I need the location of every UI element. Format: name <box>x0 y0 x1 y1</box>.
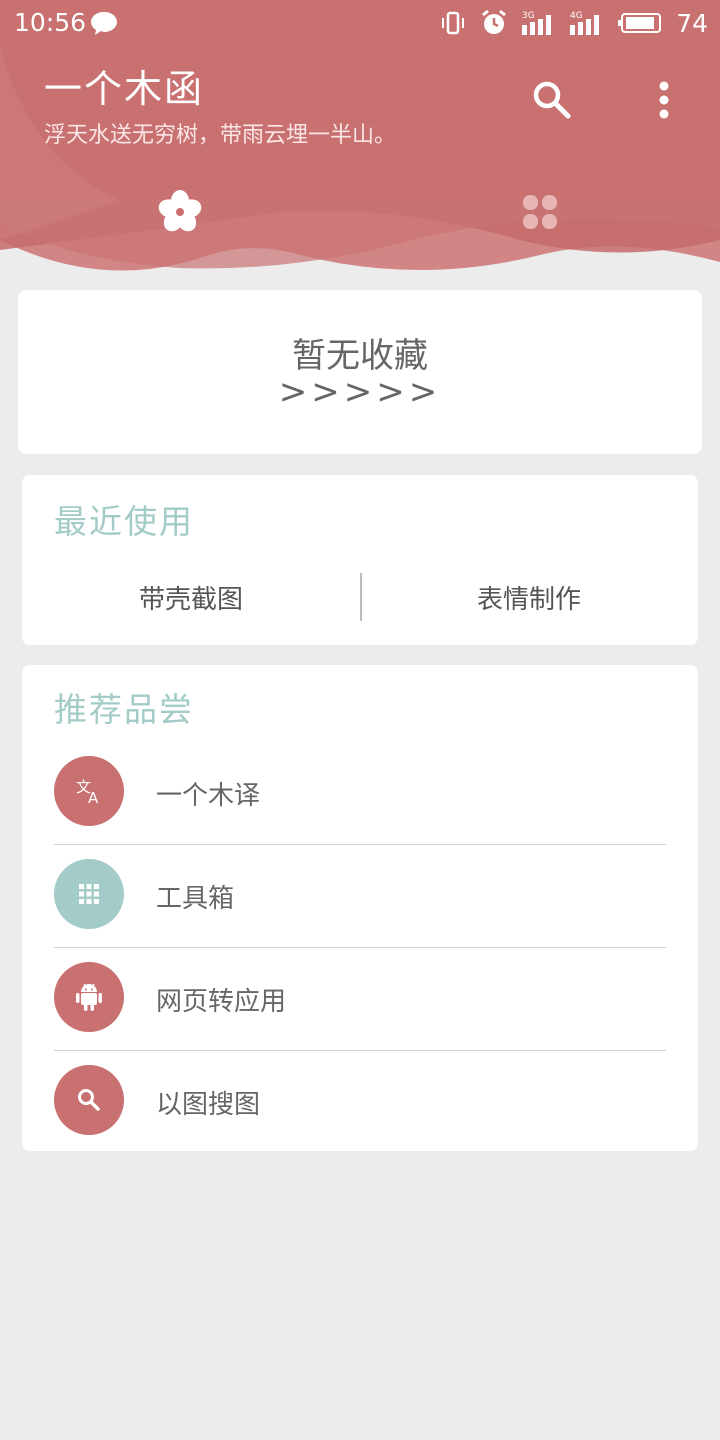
tab-home[interactable] <box>150 182 210 242</box>
tab-apps[interactable] <box>510 182 570 242</box>
recommend-item-label: 以图搜图 <box>156 1090 261 1120</box>
more-vert-icon <box>659 81 669 119</box>
android-icon <box>54 962 124 1032</box>
favorites-arrows: >>>>> <box>278 372 442 412</box>
app-subtitle: 浮天水送无穷树，带雨云埋一半山。 <box>44 123 397 148</box>
svg-text:4G: 4G <box>570 11 583 21</box>
recommend-item-web2app[interactable]: 网页转应用 <box>54 948 666 1051</box>
signal-4g-icon: 4G <box>570 9 604 37</box>
signal-3g-icon: 3G <box>522 9 556 37</box>
svg-text:A: A <box>88 789 99 806</box>
battery-percent: 74 <box>676 8 708 38</box>
battery-icon <box>618 12 662 34</box>
status-icons: 3G 4G 74 <box>440 6 708 40</box>
app-title: 一个木函 <box>44 67 205 111</box>
recent-card: 最近使用 带壳截图 表情制作 <box>22 475 698 645</box>
recommend-item-toolbox[interactable]: 工具箱 <box>54 845 666 948</box>
apps-icon <box>523 195 557 229</box>
flower-icon <box>158 190 202 232</box>
net1-label: 3G <box>522 11 535 21</box>
recommend-item-image-search[interactable]: 以图搜图 <box>54 1051 666 1151</box>
grid-icon <box>54 859 124 929</box>
recent-title: 最近使用 <box>54 502 194 541</box>
favorites-card[interactable]: 暂无收藏 >>>>> <box>18 290 702 454</box>
favorites-empty-text: 暂无收藏 <box>292 336 428 376</box>
alarm-icon <box>480 9 508 37</box>
translate-icon: 文A <box>54 756 124 826</box>
chat-bubble-icon <box>90 10 118 42</box>
recommend-item-translate[interactable]: 文A 一个木译 <box>54 742 666 845</box>
status-time: 10:56 <box>14 8 87 37</box>
search-button[interactable] <box>530 78 574 122</box>
recommend-item-label: 一个木译 <box>156 781 261 811</box>
vibrate-icon <box>440 10 466 36</box>
recommend-item-label: 工具箱 <box>156 884 235 914</box>
app-header: 10:56 3G 4G 74 一个木函 浮天水送无穷树，带雨云埋一半山。 <box>0 0 720 275</box>
search-icon <box>533 81 571 119</box>
more-options-button[interactable] <box>650 80 678 120</box>
status-bar: 10:56 3G 4G 74 <box>0 0 720 48</box>
search-icon <box>54 1065 124 1135</box>
recommend-title: 推荐品尝 <box>54 690 194 729</box>
recommend-card: 推荐品尝 文A 一个木译 工具箱 网页转应用 以图搜图 <box>22 665 698 1151</box>
recent-item-sticker[interactable]: 表情制作 <box>360 579 698 616</box>
recent-item-screenshot[interactable]: 带壳截图 <box>22 579 360 616</box>
recommend-item-label: 网页转应用 <box>156 987 287 1017</box>
